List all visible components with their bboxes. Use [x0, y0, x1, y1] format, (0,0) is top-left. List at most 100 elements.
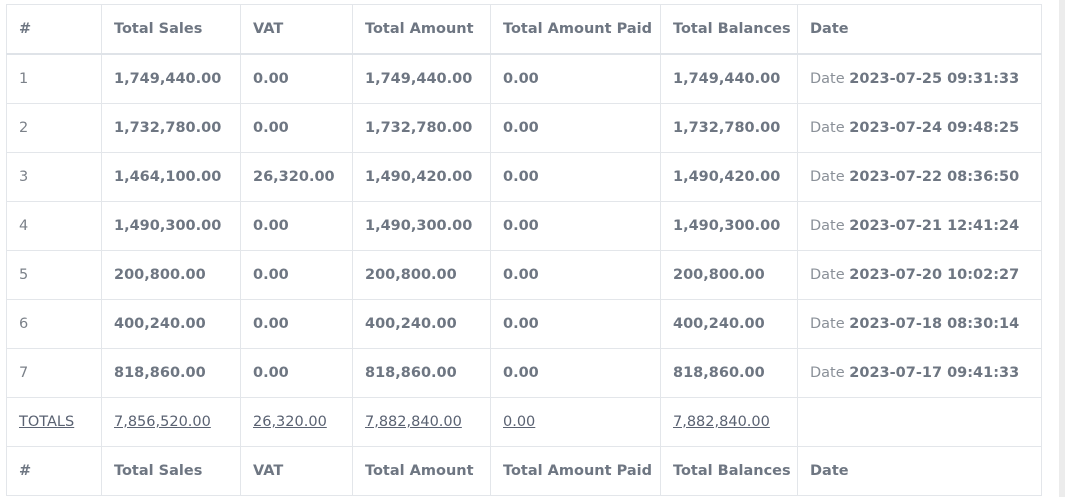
cell-date: Date 2023-07-17 09:41:33 [797, 348, 1042, 398]
cell-total-amount: 1,490,420.00 [352, 152, 491, 202]
row-number: 4 [6, 201, 102, 251]
totals-vat-cell: 26,320.00 [240, 397, 353, 447]
cell-total-sales: 1,732,780.00 [101, 103, 241, 153]
cell-total-amount: 1,490,300.00 [352, 201, 491, 251]
totals-vat-link[interactable]: 26,320.00 [253, 414, 327, 430]
cell-total-amount: 1,732,780.00 [352, 103, 491, 153]
footer-number: # [6, 446, 102, 496]
row-number: 7 [6, 348, 102, 398]
cell-total-balance: 1,749,440.00 [660, 53, 798, 104]
sales-summary-table-wrapper: # Total Sales VAT Total Amount Total Amo… [6, 4, 1042, 496]
cell-total-amount: 200,800.00 [352, 250, 491, 300]
date-value: 2023-07-17 09:41:33 [849, 365, 1020, 381]
cell-total-sales: 818,860.00 [101, 348, 241, 398]
date-value: 2023-07-18 08:30:14 [849, 316, 1020, 332]
footer-date: Date [797, 446, 1042, 496]
totals-sales-link[interactable]: 7,856,520.00 [114, 414, 211, 430]
table-row: 7 818,860.00 0.00 818,860.00 0.00 818,86… [6, 348, 1042, 398]
table-row: 3 1,464,100.00 26,320.00 1,490,420.00 0.… [6, 152, 1042, 202]
cell-date: Date 2023-07-20 10:02:27 [797, 250, 1042, 300]
cell-total-balance: 1,490,300.00 [660, 201, 798, 251]
cell-total-sales: 1,749,440.00 [101, 53, 241, 104]
cell-total-amount-paid: 0.00 [490, 53, 661, 104]
date-value: 2023-07-25 09:31:33 [849, 71, 1020, 87]
cell-total-amount: 818,860.00 [352, 348, 491, 398]
cell-total-sales: 200,800.00 [101, 250, 241, 300]
footer-total-amount: Total Amount [352, 446, 491, 496]
table-row: 2 1,732,780.00 0.00 1,732,780.00 0.00 1,… [6, 103, 1042, 153]
date-label: Date [810, 169, 845, 185]
header-number[interactable]: # [6, 4, 102, 55]
cell-total-balance: 1,732,780.00 [660, 103, 798, 153]
table-row: 1 1,749,440.00 0.00 1,749,440.00 0.00 1,… [6, 53, 1042, 104]
date-label: Date [810, 316, 845, 332]
cell-vat: 26,320.00 [240, 152, 353, 202]
footer-total-amount-paid: Total Amount Paid [490, 446, 661, 496]
table-row: 5 200,800.00 0.00 200,800.00 0.00 200,80… [6, 250, 1042, 300]
cell-total-amount-paid: 0.00 [490, 250, 661, 300]
cell-date: Date 2023-07-24 09:48:25 [797, 103, 1042, 153]
totals-label-link[interactable]: TOTALS [19, 414, 74, 430]
cell-total-balance: 200,800.00 [660, 250, 798, 300]
table-footer: # Total Sales VAT Total Amount Total Amo… [6, 446, 1042, 496]
date-value: 2023-07-21 12:41:24 [849, 218, 1020, 234]
totals-amount-link[interactable]: 7,882,840.00 [365, 414, 462, 430]
footer-total-balances: Total Balances [660, 446, 798, 496]
row-number: 6 [6, 299, 102, 349]
cell-date: Date 2023-07-22 08:36:50 [797, 152, 1042, 202]
totals-row: TOTALS 7,856,520.00 26,320.00 7,882,840.… [6, 397, 1042, 447]
header-total-amount-paid[interactable]: Total Amount Paid [490, 4, 661, 55]
totals-balance-link[interactable]: 7,882,840.00 [673, 414, 770, 430]
table-row: 4 1,490,300.00 0.00 1,490,300.00 0.00 1,… [6, 201, 1042, 251]
sales-summary-table: # Total Sales VAT Total Amount Total Amo… [6, 4, 1042, 496]
totals-amount-cell: 7,882,840.00 [352, 397, 491, 447]
totals-paid-cell: 0.00 [490, 397, 661, 447]
cell-total-amount-paid: 0.00 [490, 201, 661, 251]
cell-total-sales: 1,464,100.00 [101, 152, 241, 202]
row-number: 5 [6, 250, 102, 300]
cell-date: Date 2023-07-25 09:31:33 [797, 53, 1042, 104]
footer-row: # Total Sales VAT Total Amount Total Amo… [6, 446, 1042, 496]
cell-date: Date 2023-07-18 08:30:14 [797, 299, 1042, 349]
date-value: 2023-07-20 10:02:27 [849, 267, 1020, 283]
cell-total-sales: 400,240.00 [101, 299, 241, 349]
cell-vat: 0.00 [240, 201, 353, 251]
table-body: 1 1,749,440.00 0.00 1,749,440.00 0.00 1,… [6, 53, 1042, 447]
footer-total-sales: Total Sales [101, 446, 241, 496]
totals-balance-cell: 7,882,840.00 [660, 397, 798, 447]
header-date[interactable]: Date [797, 4, 1042, 55]
header-total-balances[interactable]: Total Balances [660, 4, 798, 55]
date-label: Date [810, 365, 845, 381]
cell-total-amount-paid: 0.00 [490, 299, 661, 349]
table-row: 6 400,240.00 0.00 400,240.00 0.00 400,24… [6, 299, 1042, 349]
cell-vat: 0.00 [240, 299, 353, 349]
cell-total-amount-paid: 0.00 [490, 103, 661, 153]
totals-paid-link[interactable]: 0.00 [503, 414, 535, 430]
page-scrollbar[interactable] [1059, 0, 1065, 497]
totals-date-cell [797, 397, 1042, 447]
cell-total-amount: 400,240.00 [352, 299, 491, 349]
footer-vat: VAT [240, 446, 353, 496]
cell-total-balance: 1,490,420.00 [660, 152, 798, 202]
totals-sales-cell: 7,856,520.00 [101, 397, 241, 447]
cell-total-amount-paid: 0.00 [490, 348, 661, 398]
cell-total-sales: 1,490,300.00 [101, 201, 241, 251]
row-number: 2 [6, 103, 102, 153]
header-row: # Total Sales VAT Total Amount Total Amo… [6, 4, 1042, 55]
header-total-amount[interactable]: Total Amount [352, 4, 491, 55]
totals-label-cell: TOTALS [6, 397, 102, 447]
header-vat[interactable]: VAT [240, 4, 353, 55]
header-total-sales[interactable]: Total Sales [101, 4, 241, 55]
date-value: 2023-07-24 09:48:25 [849, 120, 1020, 136]
date-label: Date [810, 120, 845, 136]
date-label: Date [810, 218, 845, 234]
row-number: 3 [6, 152, 102, 202]
cell-total-amount: 1,749,440.00 [352, 53, 491, 104]
cell-total-balance: 818,860.00 [660, 348, 798, 398]
date-label: Date [810, 71, 845, 87]
cell-vat: 0.00 [240, 103, 353, 153]
cell-vat: 0.00 [240, 250, 353, 300]
cell-total-amount-paid: 0.00 [490, 152, 661, 202]
row-number: 1 [6, 53, 102, 104]
cell-date: Date 2023-07-21 12:41:24 [797, 201, 1042, 251]
